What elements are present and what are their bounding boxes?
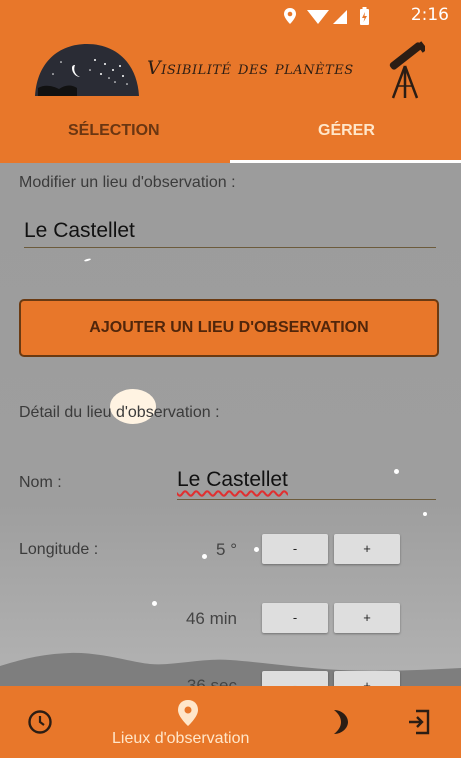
longitude-label: Longitude :	[19, 541, 99, 558]
name-label: Nom :	[19, 474, 62, 491]
degrees-plus-button[interactable]: +	[334, 534, 400, 564]
longitude-degrees-value: 5 °	[216, 540, 237, 559]
star-decoration	[152, 601, 157, 606]
minutes-minus-button[interactable]: -	[262, 603, 328, 633]
location-pin-icon[interactable]	[177, 699, 199, 727]
location-selector[interactable]: Le Castellet	[24, 219, 135, 243]
telescope-icon	[389, 41, 425, 99]
detail-heading: Détail du lieu d'observation :	[19, 404, 220, 421]
longitude-seconds-value: 36 sec	[186, 676, 237, 686]
name-field[interactable]: Le Castellet	[177, 468, 288, 492]
app-header: Visibilité des planètes SÉLECTION GÉRER	[0, 32, 461, 163]
status-bar: 2:16	[0, 0, 461, 32]
status-icons	[284, 7, 369, 25]
exit-icon[interactable]	[406, 709, 432, 735]
star-decoration	[83, 258, 92, 262]
bottom-navigation: Lieux d'observation	[0, 686, 461, 758]
longitude-minutes-value: 46 min	[185, 609, 237, 628]
location-status-icon	[284, 8, 296, 24]
wifi-icon	[307, 10, 329, 24]
nav-label-locations[interactable]: Lieux d'observation	[112, 730, 249, 748]
battery-icon	[360, 7, 369, 25]
status-clock: 2:16	[410, 5, 449, 25]
edit-location-label: Modifier un lieu d'observation :	[19, 174, 236, 191]
add-location-button[interactable]: AJOUTER UN LIEU D'OBSERVATION	[19, 299, 439, 357]
location-selector-underline	[24, 247, 436, 248]
night-sky-logo	[35, 44, 139, 96]
minutes-plus-button[interactable]: +	[334, 603, 400, 633]
manage-content[interactable]: Modifier un lieu d'observation : Le Cast…	[0, 163, 461, 686]
star-decoration	[423, 512, 427, 516]
app-title: Visibilité des planètes	[147, 57, 354, 79]
degrees-minus-button[interactable]: -	[262, 534, 328, 564]
star-decoration	[254, 547, 259, 552]
tab-selection[interactable]: SÉLECTION	[68, 122, 160, 140]
moon-icon[interactable]	[330, 708, 350, 736]
tab-manage[interactable]: GÉRER	[318, 122, 375, 140]
star-decoration	[394, 469, 399, 474]
clock-icon[interactable]	[27, 709, 53, 735]
name-field-underline	[177, 499, 436, 500]
seconds-plus-button[interactable]: +	[334, 671, 400, 686]
seconds-minus-button[interactable]: -	[262, 671, 328, 686]
cellular-icon	[333, 10, 347, 24]
